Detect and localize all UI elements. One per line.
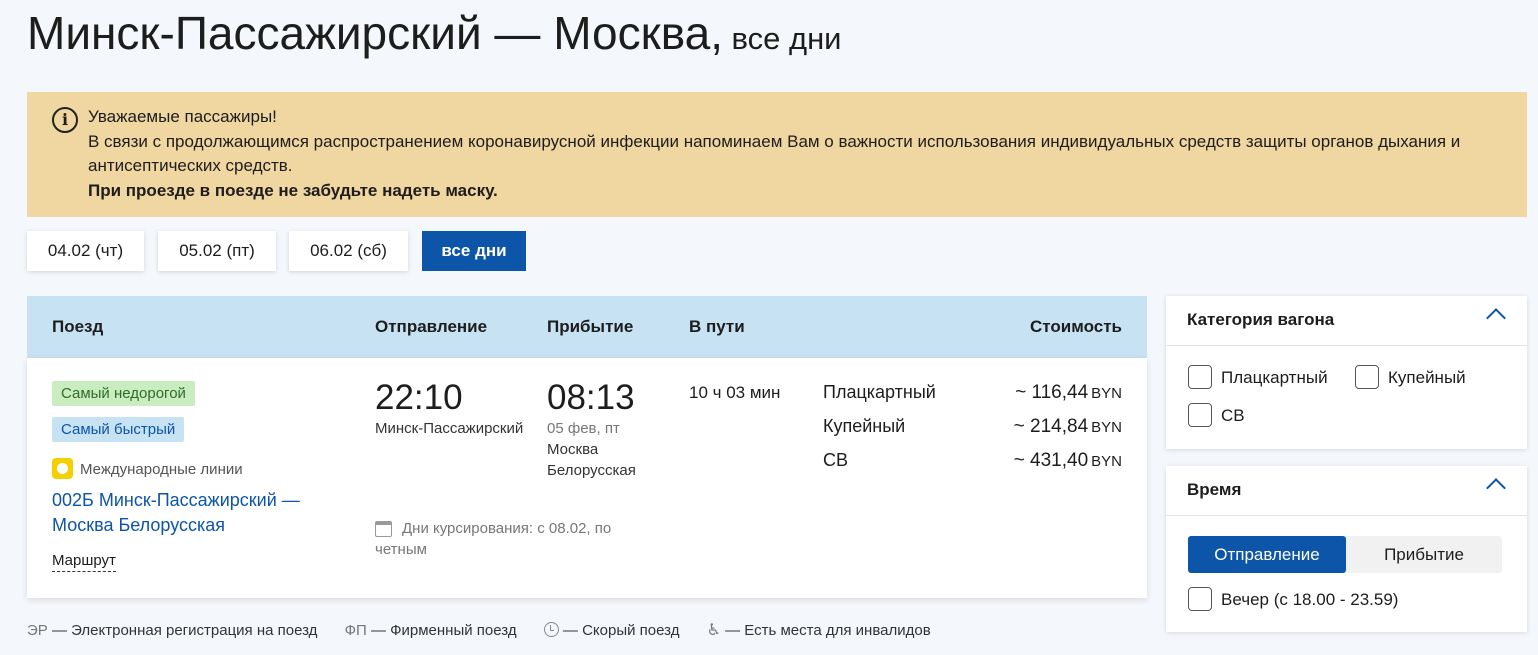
period-label: все дни <box>731 21 842 56</box>
checkbox-evening[interactable]: Вечер (с 18.00 - 23.59) <box>1188 587 1398 611</box>
price-value: ~ 431,40 <box>1013 450 1089 471</box>
covid-notice: i Уважаемые пассажиры! В связи с продолж… <box>27 92 1527 217</box>
chevron-up-icon[interactable] <box>1486 478 1506 498</box>
legend-disabled: ♿ — Есть места для инвалидов <box>707 622 931 639</box>
badge-cheapest: Самый недорогой <box>52 381 195 406</box>
checkbox-box[interactable] <box>1355 365 1379 389</box>
checkbox-box[interactable] <box>1188 403 1212 427</box>
date-tab-0602[interactable]: 06.02 (сб) <box>289 231 408 271</box>
chevron-up-icon[interactable] <box>1486 308 1506 328</box>
segment-arrival[interactable]: Прибытие <box>1346 536 1502 573</box>
header-train[interactable]: Поезд <box>52 317 103 337</box>
filter-time: Время Отправление Прибытие Вечер (с 18.0… <box>1166 466 1527 632</box>
date-tab-0502[interactable]: 05.02 (пт) <box>158 231 276 271</box>
schedule-text: Дни курсирования: с 08.02, по четным <box>375 520 612 558</box>
checkbox-kupe[interactable]: Купейный <box>1355 365 1466 389</box>
checkbox-platskart[interactable]: Плацкартный <box>1188 365 1328 389</box>
legend-disabled-text: — Есть места для инвалидов <box>725 622 931 639</box>
time-segment-control: Отправление Прибытие <box>1188 536 1502 573</box>
departure-station: Минск-Пассажирский <box>375 420 524 437</box>
filter-car-category-title: Категория вагона <box>1187 310 1335 329</box>
price-sv[interactable]: ~ 431,40 BYN <box>1014 450 1122 472</box>
departure-time: 22:10 <box>375 378 463 417</box>
header-duration[interactable]: В пути <box>689 317 745 337</box>
legend-fp-abbr: ФП <box>344 622 367 639</box>
header-cost[interactable]: Стоимость <box>1030 317 1122 337</box>
legend-er: ЭР — Электронная регистрация на поезд <box>27 622 317 639</box>
checkbox-sv[interactable]: СВ <box>1188 403 1245 427</box>
international-lines: Международные линии <box>52 458 243 479</box>
notice-mask-reminder: При проезде в поезде не забудьте надеть … <box>88 180 498 200</box>
checkbox-label: СВ <box>1221 406 1245 425</box>
trains-table-header: Поезд Отправление Прибытие В пути Стоимо… <box>27 296 1147 358</box>
price-value: ~ 116,44 <box>1015 382 1089 403</box>
checkbox-label: Купейный <box>1388 368 1466 387</box>
calendar-icon <box>375 521 392 537</box>
schedule-info: Дни курсирования: с 08.02, по четным <box>375 518 635 560</box>
filter-car-category: Категория вагона Плацкартный Купейный СВ <box>1166 296 1527 449</box>
travel-duration: 10 ч 03 мин <box>689 383 781 402</box>
clock-icon <box>543 622 559 637</box>
legend-fast: — Скорый поезд <box>543 622 680 639</box>
date-tab-0402[interactable]: 04.02 (чт) <box>27 231 144 271</box>
international-lines-icon <box>52 458 73 479</box>
notice-text: В связи с продолжающимся распространение… <box>88 131 1461 176</box>
international-lines-label: Международные линии <box>80 461 243 478</box>
legend: ЭР — Электронная регистрация на поезд ФП… <box>27 620 954 640</box>
info-icon: i <box>52 107 78 133</box>
price-kupe[interactable]: ~ 214,84 BYN <box>1014 416 1122 438</box>
legend-fp-text: — Фирменный поезд <box>370 622 517 639</box>
filter-time-header[interactable]: Время <box>1166 466 1527 516</box>
route-title: Минск-Пассажирский — Москва, <box>27 7 724 59</box>
legend-fast-text: — Скорый поезд <box>562 622 680 639</box>
checkbox-label: Вечер (с 18.00 - 23.59) <box>1221 590 1399 609</box>
price-currency: BYN <box>1091 453 1122 470</box>
legend-fp: ФП — Фирменный поезд <box>345 622 517 639</box>
header-arrival[interactable]: Прибытие <box>547 317 633 337</box>
filter-time-title: Время <box>1187 480 1242 499</box>
class-kupe: Купейный <box>823 416 906 436</box>
train-name-link[interactable]: 002Б Минск-Пассажирский — Москва Белорус… <box>52 488 342 538</box>
arrival-date: 05 фев, пт <box>547 420 620 437</box>
date-tab-all-days[interactable]: все дни <box>422 231 526 271</box>
class-platskart: Плацкартный <box>823 382 936 402</box>
header-departure[interactable]: Отправление <box>375 317 487 337</box>
checkbox-box[interactable] <box>1188 365 1212 389</box>
wheelchair-icon: ♿ <box>706 622 721 639</box>
page-title: Минск-Пассажирский — Москва, все дни <box>27 6 842 60</box>
arrival-time: 08:13 <box>547 378 635 417</box>
legend-er-abbr: ЭР <box>27 622 48 639</box>
price-value: ~ 214,84 <box>1013 416 1089 437</box>
price-platskart[interactable]: ~ 116,44 BYN <box>1015 382 1122 404</box>
arrival-station: Москва Белорусская <box>547 441 636 479</box>
route-link[interactable]: Маршрут <box>52 552 116 572</box>
segment-departure[interactable]: Отправление <box>1188 536 1346 573</box>
checkbox-box[interactable] <box>1188 587 1212 611</box>
badge-fastest: Самый быстрый <box>52 417 185 442</box>
price-currency: BYN <box>1091 385 1122 402</box>
price-currency: BYN <box>1091 419 1122 436</box>
notice-greeting: Уважаемые пассажиры! <box>88 107 277 126</box>
train-row[interactable]: Самый недорогой Самый быстрый Международ… <box>27 358 1147 598</box>
legend-er-text: — Электронная регистрация на поезд <box>51 622 318 639</box>
class-sv: СВ <box>823 450 849 470</box>
checkbox-label: Плацкартный <box>1221 368 1328 387</box>
filter-car-category-header[interactable]: Категория вагона <box>1166 296 1527 346</box>
